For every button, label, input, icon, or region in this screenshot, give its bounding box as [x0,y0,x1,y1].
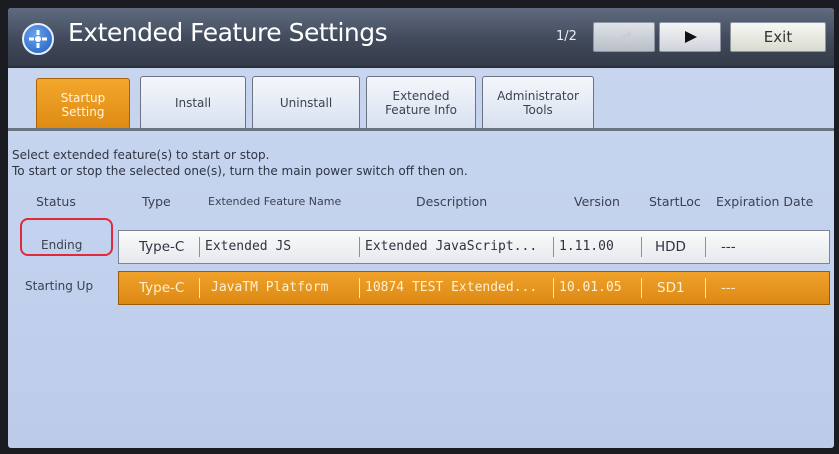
page-indicator: 1/2 [556,29,577,44]
cell-separator [199,278,200,298]
table-row[interactable]: Type-C JavaTM Platform 10874 TEST Extend… [118,271,830,305]
tab-label-line1: Administrator [497,88,579,103]
tab-extended-feature-info[interactable]: Extended Feature Info [366,76,476,128]
tab-startup-setting[interactable]: Startup Setting [36,78,130,130]
column-header-status: Status [36,194,76,209]
column-header-feature-name: Extended Feature Name [208,195,342,208]
tab-label: Install [174,95,212,110]
cell-expiration-date: --- [721,239,736,255]
next-page-button[interactable] [659,22,721,52]
play-right-icon [685,31,697,43]
tab-install[interactable]: Install [140,76,246,128]
page-title: Extended Feature Settings [68,18,388,47]
cell-separator [359,237,360,257]
title-bar: Extended Feature Settings 1/2 Exit [8,8,834,68]
play-left-icon [619,31,631,43]
tab-label-line1: Startup [60,90,106,105]
cell-description: Extended JavaScript... [365,239,538,254]
cell-version: 10.01.05 [559,280,622,295]
cell-feature-name: Extended JS [205,239,292,254]
status-highlight-circle [20,218,113,256]
cell-type: Type-C [139,280,185,296]
cell-startloc: SD1 [657,280,685,296]
column-header-description: Description [416,194,488,209]
row-status-starting-up: Starting Up [25,279,94,293]
tab-administrator-tools[interactable]: Administrator Tools [482,76,594,128]
cell-feature-name: JavaTM Platform [211,280,329,295]
cell-separator [705,237,706,257]
exit-button[interactable]: Exit [730,22,826,52]
cell-separator [199,237,200,257]
cell-separator [641,237,642,257]
cell-description: 10874 TEST Extended... [365,280,538,295]
column-header-startloc: StartLoc [649,194,701,209]
tab-label-line2: Setting [61,104,105,119]
column-header-type: Type [142,194,171,209]
instruction-line-2: To start or stop the selected one(s), tu… [12,164,468,178]
extended-feature-icon [22,23,54,55]
cell-separator [553,237,554,257]
tab-label-line2: Tools [523,102,553,117]
cell-expiration-date: --- [721,280,736,296]
tab-uninstall[interactable]: Uninstall [252,76,360,128]
column-header-expiration-date: Expiration Date [716,194,814,209]
instruction-line-1: Select extended feature(s) to start or s… [12,148,270,162]
previous-page-button[interactable] [593,22,655,52]
cell-separator [641,278,642,298]
cell-startloc: HDD [655,239,686,255]
table-row[interactable]: Type-C Extended JS Extended JavaScript..… [118,230,830,264]
cell-type: Type-C [139,239,185,255]
device-screen: Extended Feature Settings 1/2 Exit Start… [8,8,834,448]
tab-divider [8,128,834,131]
column-header-version: Version [574,194,620,209]
cell-separator [553,278,554,298]
cell-separator [359,278,360,298]
cell-separator [705,278,706,298]
cell-version: 1.11.00 [559,239,614,254]
tab-label-line1: Extended [392,88,450,103]
tab-label: Uninstall [279,95,333,110]
tab-label-line2: Feature Info [385,102,457,117]
